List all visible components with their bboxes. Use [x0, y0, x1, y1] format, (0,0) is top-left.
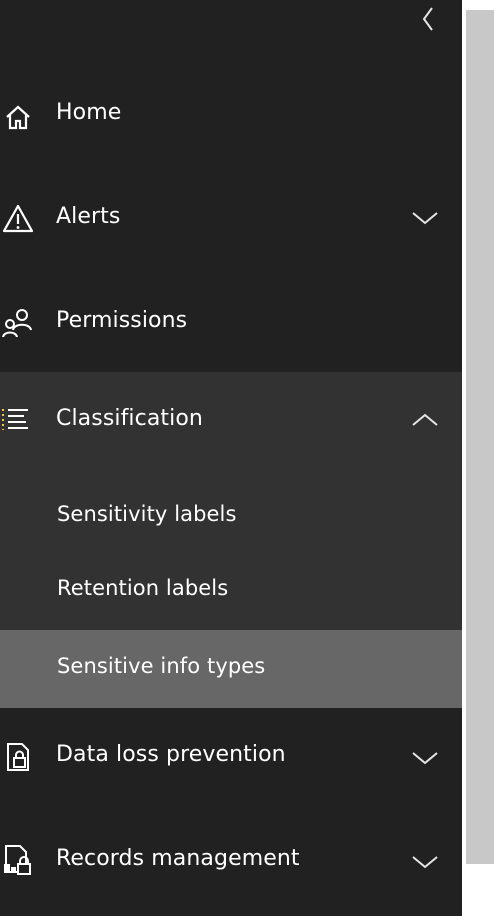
chevron-left-icon — [414, 4, 442, 34]
nav-subitem-label: Sensitive info types — [57, 654, 266, 678]
chevron-up-icon — [410, 410, 440, 430]
dlp-lock-icon — [0, 738, 36, 774]
home-icon — [0, 98, 36, 134]
app-window: Home Alerts Permissions Classification S… — [0, 0, 494, 916]
nav-subitem-label: Sensitivity labels — [57, 502, 237, 526]
warning-icon — [0, 200, 36, 236]
list-icon — [0, 402, 36, 438]
nav-subitem-sensitive-info-types[interactable]: Sensitive info types — [0, 630, 462, 708]
nav-label-home: Home — [56, 100, 122, 125]
nav-item-permissions[interactable]: Permissions — [0, 302, 462, 342]
nav-label-permissions: Permissions — [56, 308, 188, 333]
scrollbar[interactable] — [466, 10, 494, 864]
nav-label-records-management: Records management — [56, 846, 300, 871]
chevron-down-icon — [410, 748, 440, 768]
left-navigation: Home Alerts Permissions Classification S… — [0, 0, 462, 916]
people-icon — [0, 304, 36, 340]
nav-item-classification[interactable]: Classification — [0, 400, 462, 440]
nav-item-records-management[interactable]: Records management — [0, 840, 462, 880]
chevron-down-icon — [410, 208, 440, 228]
records-icon — [0, 842, 36, 878]
chevron-down-icon — [410, 852, 440, 872]
nav-item-home[interactable]: Home — [0, 94, 462, 134]
nav-subitem-retention-labels[interactable]: Retention labels — [0, 568, 462, 612]
nav-subitem-sensitivity-labels[interactable]: Sensitivity labels — [0, 494, 462, 538]
collapse-nav-button[interactable] — [414, 4, 442, 34]
nav-subitem-label: Retention labels — [57, 576, 229, 600]
classification-group: Classification Sensitivity labels Retent… — [0, 372, 462, 708]
nav-item-data-loss-prevention[interactable]: Data loss prevention — [0, 736, 462, 776]
nav-item-alerts[interactable]: Alerts — [0, 198, 462, 238]
nav-label-alerts: Alerts — [56, 204, 121, 229]
nav-label-classification: Classification — [56, 406, 203, 431]
nav-label-data-loss-prevention: Data loss prevention — [56, 742, 286, 767]
